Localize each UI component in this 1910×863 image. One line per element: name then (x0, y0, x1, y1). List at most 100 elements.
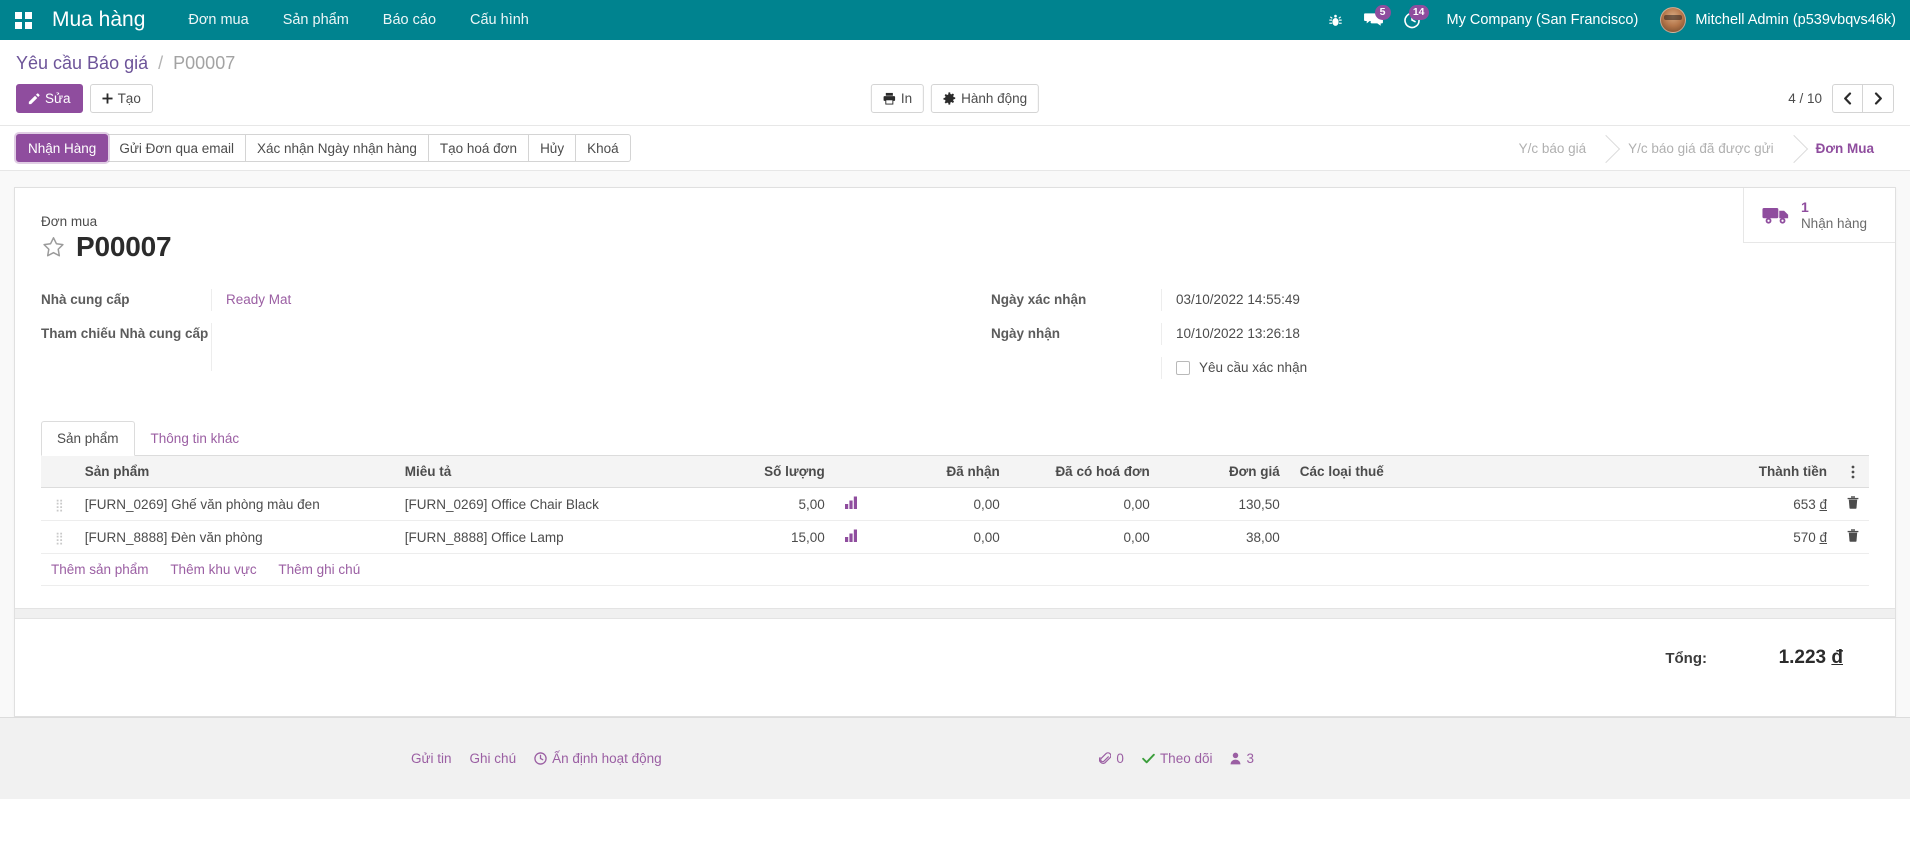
confirm-receipt-date-button[interactable]: Xác nhận Ngày nhận hàng (246, 134, 429, 162)
sheet-wrapper: 1 Nhận hàng Đơn mua P00007 (0, 171, 1910, 717)
company-selector[interactable]: My Company (San Francisco) (1431, 0, 1655, 40)
control-panel-buttons: Sửa Tạo (16, 80, 1894, 125)
field-vendor-value[interactable]: Ready Mat (211, 289, 955, 311)
cell-unit-price[interactable]: 38,00 (1160, 521, 1290, 554)
cell-taxes[interactable] (1290, 521, 1465, 554)
col-quantity[interactable]: Số lượng (725, 456, 835, 488)
messages-icon[interactable]: 5 (1355, 0, 1393, 40)
send-message-button[interactable]: Gửi tin (411, 751, 452, 766)
menu-bao-cao[interactable]: Báo cáo (366, 0, 453, 40)
chatter-inner: Gửi tin Ghi chú Ấn định hoạt động (0, 751, 1910, 766)
col-received[interactable]: Đã nhận (875, 456, 1010, 488)
send-by-email-button[interactable]: Gửi Đơn qua email (108, 134, 246, 162)
col-description[interactable]: Miêu tả (395, 456, 725, 488)
trash-icon[interactable] (1847, 496, 1859, 509)
col-taxes[interactable]: Các loại thuế (1290, 456, 1465, 488)
row-drag-handle[interactable]: ⣿ (41, 488, 75, 521)
stage-rfq[interactable]: Y/c báo giá (1497, 137, 1607, 160)
total-amount: 1.223 (1779, 647, 1827, 668)
cell-quantity[interactable]: 5,00 (725, 488, 835, 521)
paperclip-icon (1099, 752, 1111, 765)
vendor-link[interactable]: Ready Mat (226, 292, 291, 307)
menu-don-mua[interactable]: Đơn mua (171, 0, 265, 40)
bug-icon[interactable] (1317, 0, 1355, 40)
statusbar: Nhận Hàng Gửi Đơn qua email Xác nhận Ngà… (0, 126, 1910, 171)
user-menu[interactable]: Mitchell Admin (p539vbqvs46k) (1654, 7, 1896, 33)
col-subtotal[interactable]: Thành tiền (1465, 456, 1837, 488)
add-product-link[interactable]: Thêm sản phẩm (51, 562, 149, 577)
create-bill-button[interactable]: Tạo hoá đơn (429, 134, 529, 162)
cancel-button[interactable]: Hủy (529, 134, 576, 162)
cell-billed[interactable]: 0,00 (1010, 488, 1160, 521)
notebook-tabs: Sản phẩm Thông tin khác (41, 421, 1869, 456)
create-button[interactable]: Tạo (90, 84, 153, 113)
field-vendor: Nhà cung cấp Ready Mat (41, 289, 955, 313)
field-receipt-date: Ngày nhận 10/10/2022 13:26:18 (991, 323, 1869, 347)
menu-cau-hinh[interactable]: Cấu hình (453, 0, 546, 40)
table-row[interactable]: ⣿ [FURN_8888] Đèn văn phòng [FURN_8888] … (41, 521, 1869, 554)
breadcrumb-root[interactable]: Yêu cầu Báo giá (16, 53, 148, 73)
row-delete-cell[interactable] (1837, 521, 1869, 554)
field-receipt-date-value[interactable]: 10/10/2022 13:26:18 (1161, 323, 1869, 345)
cell-subtotal-currency: đ (1819, 497, 1827, 512)
followers-chip[interactable]: 3 (1230, 751, 1254, 766)
stage-rfq-sent[interactable]: Y/c báo giá đã được gửi (1606, 137, 1794, 160)
control-panel-left: Sửa Tạo (16, 84, 153, 113)
forecast-report-icon[interactable] (845, 529, 859, 542)
action-button-label: Hành động (961, 91, 1027, 106)
app-brand[interactable]: Mua hàng (52, 8, 145, 32)
follow-button[interactable]: Theo dõi (1142, 751, 1213, 766)
col-billed[interactable]: Đã có hoá đơn (1010, 456, 1160, 488)
cell-product[interactable]: [FURN_0269] Ghế văn phòng màu đen (75, 488, 395, 521)
cell-quantity[interactable]: 15,00 (725, 521, 835, 554)
add-section-link[interactable]: Thêm khu vực (170, 562, 256, 577)
table-row[interactable]: ⣿ [FURN_0269] Ghế văn phòng màu đen [FUR… (41, 488, 1869, 521)
cell-billed[interactable]: 0,00 (1010, 521, 1160, 554)
action-button[interactable]: Hành động (931, 84, 1039, 113)
log-note-button[interactable]: Ghi chú (470, 751, 517, 766)
row-delete-cell[interactable] (1837, 488, 1869, 521)
col-handle (41, 456, 75, 488)
col-unit-price[interactable]: Đơn giá (1160, 456, 1290, 488)
smart-button-box: 1 Nhận hàng (1743, 188, 1895, 243)
cell-description[interactable]: [FURN_0269] Office Chair Black (395, 488, 725, 521)
ask-confirmation-checkbox[interactable] (1176, 361, 1190, 375)
forecast-report-icon[interactable] (845, 496, 859, 509)
field-vendor-reference-value[interactable] (211, 323, 955, 371)
lock-button[interactable]: Khoá (576, 134, 631, 162)
cell-product[interactable]: [FURN_8888] Đèn văn phòng (75, 521, 395, 554)
row-drag-handle[interactable]: ⣿ (41, 521, 75, 554)
field-confirmation-date-value[interactable]: 03/10/2022 14:55:49 (1161, 289, 1869, 311)
star-outline-icon[interactable] (41, 235, 66, 259)
cell-forecast[interactable] (835, 488, 875, 521)
attachments-chip[interactable]: 0 (1099, 751, 1124, 766)
schedule-activity-button[interactable]: Ấn định hoạt động (534, 751, 662, 766)
vertical-dots-icon[interactable] (1837, 456, 1869, 488)
pager-buttons (1832, 84, 1894, 113)
check-icon (1142, 753, 1155, 764)
pager-next-button[interactable] (1863, 84, 1894, 113)
cell-unit-price[interactable]: 130,50 (1160, 488, 1290, 521)
cell-received[interactable]: 0,00 (875, 488, 1010, 521)
print-button[interactable]: In (871, 84, 924, 113)
cell-taxes[interactable] (1290, 488, 1465, 521)
edit-button[interactable]: Sửa (16, 84, 83, 113)
trash-icon[interactable] (1847, 529, 1859, 542)
receive-products-button[interactable]: Nhận Hàng (16, 134, 108, 162)
field-vendor-reference-label: Tham chiếu Nhà cung cấp (41, 323, 211, 343)
clock-icon[interactable]: 14 (1393, 0, 1431, 40)
menu-san-pham[interactable]: Sản phẩm (266, 0, 366, 40)
cell-forecast[interactable] (835, 521, 875, 554)
col-product[interactable]: Sản phẩm (75, 456, 395, 488)
add-note-link[interactable]: Thêm ghi chú (278, 562, 360, 577)
tab-products[interactable]: Sản phẩm (41, 421, 135, 456)
field-ask-confirmation-value: Yêu cầu xác nhận (1161, 357, 1869, 379)
tab-other-information[interactable]: Thông tin khác (135, 421, 256, 456)
cell-received[interactable]: 0,00 (875, 521, 1010, 554)
receipts-smart-button[interactable]: 1 Nhận hàng (1744, 188, 1895, 242)
form-left-column: Nhà cung cấp Ready Mat Tham chiếu Nhà cu… (41, 289, 955, 391)
apps-grid-icon[interactable] (8, 5, 38, 35)
stage-purchase-order[interactable]: Đơn Mua (1794, 137, 1894, 160)
pager-previous-button[interactable] (1832, 84, 1863, 113)
cell-description[interactable]: [FURN_8888] Office Lamp (395, 521, 725, 554)
